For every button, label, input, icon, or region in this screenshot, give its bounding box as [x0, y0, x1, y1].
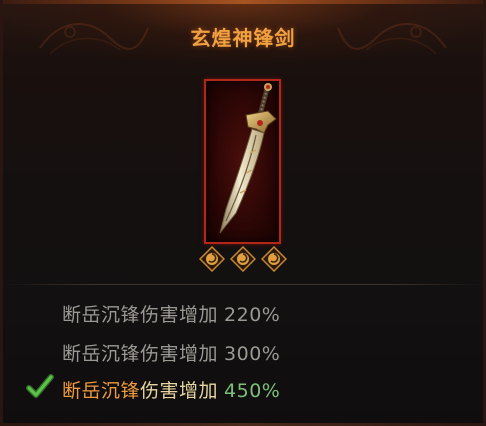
- effect-skill-name: 断岳沉锋: [62, 380, 141, 402]
- effect-value: 220%: [224, 304, 281, 326]
- swirl-gem-icon[interactable]: [199, 246, 225, 272]
- item-tooltip-panel: 玄煌神锋剑 断岳沉锋伤害增加 220% 断岳沉锋伤害增加 300% 断岳沉锋伤害…: [0, 0, 486, 426]
- effect-value: 300%: [224, 343, 281, 365]
- effect-skill-name: 断岳沉锋: [62, 304, 141, 326]
- sword-icon: [219, 83, 277, 234]
- set-effect-row: 断岳沉锋伤害增加 300%: [62, 339, 280, 366]
- effect-description: 伤害增加: [140, 304, 219, 326]
- checkmark-icon: [26, 374, 54, 398]
- set-effect-row-active: 断岳沉锋伤害增加 450%: [62, 376, 280, 403]
- panel-top-border: [0, 0, 486, 4]
- section-divider: [0, 284, 486, 285]
- swirl-gem-icon[interactable]: [261, 246, 287, 272]
- swirl-gem-icon[interactable]: [230, 246, 256, 272]
- panel-left-border: [0, 0, 3, 426]
- item-name-title: 玄煌神锋剑: [190, 26, 296, 50]
- effect-skill-name: 断岳沉锋: [62, 343, 141, 365]
- socket-gems: [193, 246, 293, 274]
- item-icon-frame[interactable]: [204, 79, 281, 244]
- effect-value: 450%: [224, 380, 281, 402]
- effect-description: 伤害增加: [140, 380, 219, 402]
- effect-description: 伤害增加: [140, 343, 219, 365]
- set-effect-row: 断岳沉锋伤害增加 220%: [62, 300, 280, 327]
